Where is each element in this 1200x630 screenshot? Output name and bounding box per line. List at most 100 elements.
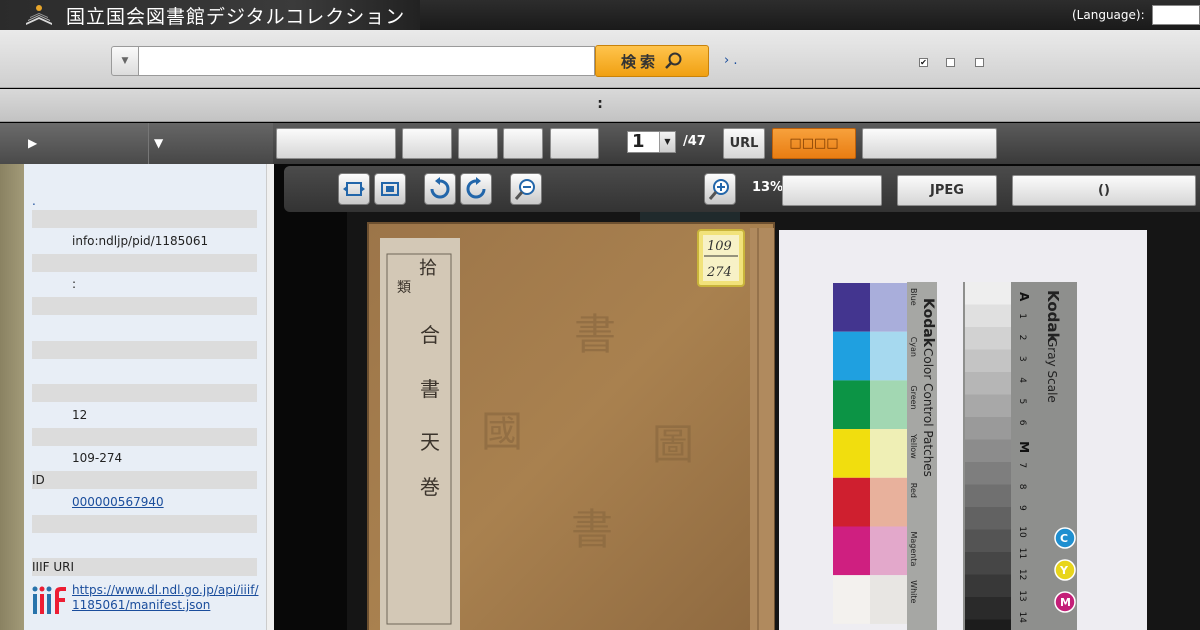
record-id-link[interactable]: 000000567940 — [72, 495, 164, 509]
gray-scale-label: 8 — [1017, 484, 1027, 490]
toolbar-button-5[interactable] — [550, 128, 599, 159]
toolbar-button-6[interactable] — [862, 128, 997, 159]
patch-name: White — [909, 580, 918, 603]
color-patch — [870, 283, 907, 332]
svg-text:合: 合 — [420, 323, 440, 347]
metadata-label — [32, 427, 257, 446]
toolbar-button-4[interactable] — [503, 128, 543, 159]
zoom-out-icon[interactable] — [510, 173, 542, 205]
gray-scale-label: 6 — [1017, 420, 1027, 426]
orange-action-button[interactable]: □□□□ — [772, 128, 856, 159]
metadata-value — [32, 362, 257, 380]
patch-name: Magenta — [909, 532, 918, 567]
search-option-checkbox-1[interactable]: ✔ — [919, 58, 928, 67]
sidebar-scrollbar[interactable] — [266, 164, 274, 630]
print-button[interactable] — [782, 175, 882, 206]
color-patch — [833, 526, 870, 576]
gray-card-brand: Kodak — [1044, 290, 1062, 344]
image-viewer[interactable]: 拾 類 合 書 天 巻 書 國 圖 書 109 274 Blue Cyan Gree… — [274, 164, 1200, 630]
item-title-bar: : — [0, 89, 1200, 122]
sidebar-top-link[interactable]: . — [32, 194, 36, 208]
url-button[interactable]: URL — [723, 128, 765, 159]
chevron-down-icon: ▼ — [659, 132, 675, 152]
gray-scale-label: 11 — [1017, 548, 1027, 559]
iiif-manifest-link[interactable]: https://www.dl.ndl.go.jp/api/iiif/118506… — [72, 583, 262, 613]
fit-page-icon[interactable] — [338, 173, 370, 205]
gray-scale-label: M — [1017, 441, 1031, 453]
cmy-markers: C Y M — [1054, 527, 1076, 613]
metadata-label — [32, 297, 257, 315]
advanced-search-link[interactable]: › . — [724, 53, 737, 68]
menu-toggle-button[interactable]: ▼ — [148, 123, 273, 164]
zoom-percent: 13% — [752, 180, 784, 195]
search-option-checkbox-3[interactable] — [975, 58, 984, 67]
gray-step — [965, 349, 1011, 373]
page-number-value: 1 — [632, 131, 645, 152]
page-total: /47 — [683, 134, 706, 149]
svg-text:書: 書 — [574, 310, 616, 359]
gray-step — [965, 619, 1011, 630]
patch-name: Blue — [909, 288, 918, 306]
search-icon — [665, 52, 682, 69]
metadata-value: 12 — [72, 407, 88, 422]
toolbar-button-2[interactable] — [402, 128, 452, 159]
svg-text:巻: 巻 — [420, 475, 440, 499]
gray-step — [965, 282, 1011, 305]
gray-step — [965, 597, 1011, 620]
gray-step — [965, 529, 1011, 553]
metadata-value: 109-274 — [72, 451, 123, 466]
color-patch — [833, 331, 870, 381]
gray-step — [965, 574, 1011, 598]
toolbar-button-3[interactable] — [458, 128, 498, 159]
search-button[interactable]: 検索 — [595, 45, 709, 77]
metadata-value — [32, 536, 257, 554]
gray-card-title: Gray Scale — [1045, 338, 1059, 403]
color-control-patches — [833, 283, 907, 624]
zoom-in-icon[interactable] — [704, 173, 736, 205]
gray-scale-label: 7 — [1017, 462, 1027, 468]
image-toolbar: 13% JPEG () — [284, 166, 1200, 212]
site-title[interactable]: 国立国会図書館デジタルコレクション — [66, 2, 405, 29]
svg-text:書: 書 — [420, 377, 440, 401]
metadata-label: ID — [32, 471, 257, 489]
metadata-value: : — [72, 277, 77, 292]
color-patch — [870, 429, 907, 478]
metadata-label — [32, 514, 257, 533]
search-input[interactable] — [139, 46, 595, 76]
svg-text:天: 天 — [420, 430, 440, 454]
gray-scale-label: 14 — [1017, 612, 1027, 624]
language-select[interactable] — [1152, 5, 1200, 25]
patch-name: Cyan — [909, 337, 918, 357]
site-logo-area[interactable]: 国立国会図書館デジタルコレクション — [0, 0, 420, 30]
search-type-dropdown[interactable]: ▼ — [111, 46, 139, 76]
rotate-left-icon[interactable] — [424, 173, 456, 205]
svg-text:國: 國 — [481, 407, 523, 456]
toolbar-button-1[interactable] — [276, 128, 396, 159]
iiif-logo-icon[interactable] — [32, 584, 68, 616]
language-label: (Language): — [1072, 8, 1145, 22]
download-button[interactable]: () — [1012, 175, 1196, 206]
jpeg-button[interactable]: JPEG — [897, 175, 997, 206]
patch-name: Yellow — [909, 433, 918, 459]
metadata-label — [32, 340, 257, 359]
gray-step — [965, 394, 1011, 418]
patch-name: Green — [909, 385, 918, 409]
panel-toggle-button[interactable]: ▶ — [0, 123, 148, 164]
cmy-letter: C — [1060, 532, 1068, 545]
page-number-select[interactable]: 1 ▼ — [627, 131, 676, 153]
metadata-label — [32, 384, 257, 402]
color-patch — [870, 477, 907, 527]
cmy-letter: Y — [1059, 564, 1069, 577]
search-bar: ▼ 検索 › . — [0, 30, 1200, 88]
metadata-sidebar: . info:ndljp/pid/1185061 : 12 109-274 ID 000… — [24, 164, 266, 630]
metadata-value: info:ndljp/pid/1185061 — [72, 233, 209, 248]
search-option-checkbox-2[interactable] — [946, 58, 955, 67]
color-card-brand: Kodak — [920, 298, 936, 348]
gray-scale-label: 9 — [1017, 505, 1027, 511]
rotate-right-icon[interactable] — [460, 173, 492, 205]
fit-width-icon[interactable] — [374, 173, 406, 205]
metadata-link[interactable]: 000000567940 — [32, 493, 257, 511]
gray-step — [965, 327, 1011, 350]
library-book-icon — [26, 5, 52, 25]
cmy-letter: M — [1060, 596, 1071, 609]
